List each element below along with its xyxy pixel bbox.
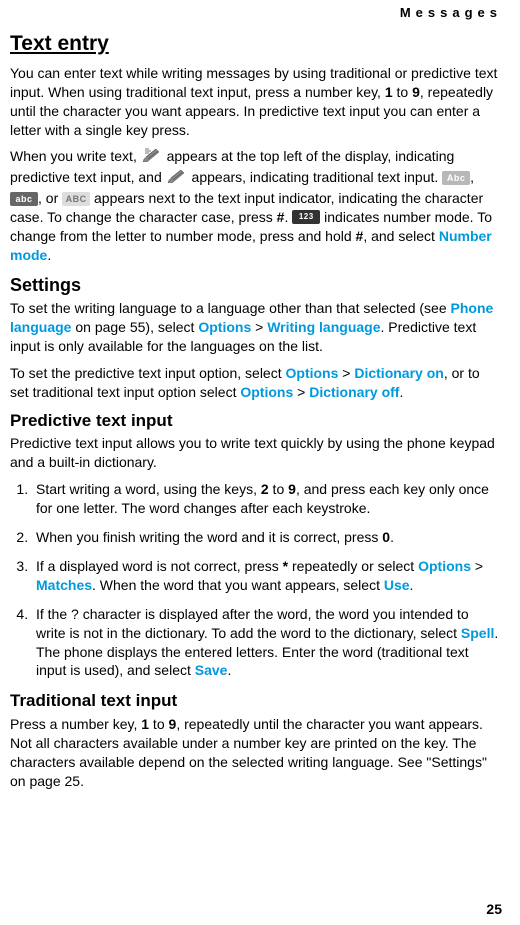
text: appears, indicating traditional text inp… — [188, 170, 443, 186]
key-1: 1 — [141, 716, 149, 732]
text: . When the word that you want appears, s… — [92, 577, 384, 593]
predictive-intro: Predictive text input allows you to writ… — [10, 434, 502, 472]
text: . — [284, 209, 292, 225]
section-header: Messages — [10, 4, 502, 22]
text: . — [227, 662, 231, 678]
abc-lowercase-icon: abc — [10, 192, 38, 206]
text: Start writing a word, using the keys, — [36, 481, 261, 497]
settings-paragraph-1: To set the writing language to a languag… — [10, 299, 502, 356]
link-options[interactable]: Options — [418, 558, 471, 574]
settings-paragraph-2: To set the predictive text input option,… — [10, 364, 502, 402]
link-options[interactable]: Options — [198, 319, 251, 335]
predictive-pencil-icon — [141, 146, 163, 167]
text: > — [251, 319, 267, 335]
text: If the ? character is displayed after th… — [36, 606, 469, 641]
link-options[interactable]: Options — [286, 365, 339, 381]
text: , — [470, 170, 474, 186]
text: , and select — [363, 228, 439, 244]
text: If a displayed word is not correct, pres… — [36, 558, 283, 574]
text: > — [338, 365, 354, 381]
list-item: When you finish writing the word and it … — [32, 528, 502, 547]
link-save[interactable]: Save — [195, 662, 228, 678]
key-2: 2 — [261, 481, 269, 497]
list-item: If the ? character is displayed after th… — [32, 605, 502, 681]
abc-titlecase-icon: Abc — [442, 171, 470, 185]
traditional-paragraph: Press a number key, 1 to 9, repeatedly u… — [10, 715, 502, 791]
key-9: 9 — [288, 481, 296, 497]
list-item: If a displayed word is not correct, pres… — [32, 557, 502, 595]
link-spell[interactable]: Spell — [461, 625, 494, 641]
abc-uppercase-icon: ABC — [62, 192, 90, 206]
key-0: 0 — [382, 529, 390, 545]
text: on page 55), select — [71, 319, 198, 335]
page-number: 25 — [486, 900, 502, 919]
heading-settings: Settings — [10, 273, 502, 297]
text: . — [47, 247, 51, 263]
text: to — [269, 481, 288, 497]
link-matches[interactable]: Matches — [36, 577, 92, 593]
text: . — [390, 529, 394, 545]
link-options[interactable]: Options — [240, 384, 293, 400]
heading-text-entry: Text entry — [10, 30, 502, 58]
link-dictionary-on[interactable]: Dictionary on — [354, 365, 443, 381]
link-use[interactable]: Use — [384, 577, 410, 593]
key-1: 1 — [385, 84, 393, 100]
text: > — [471, 558, 483, 574]
intro-paragraph-1: You can enter text while writing message… — [10, 64, 502, 140]
link-writing-language[interactable]: Writing language — [267, 319, 380, 335]
predictive-steps-list: Start writing a word, using the keys, 2 … — [10, 480, 502, 680]
text: , or — [38, 190, 62, 206]
text: Press a number key, — [10, 716, 141, 732]
text: When you finish writing the word and it … — [36, 529, 382, 545]
text: > — [293, 384, 309, 400]
list-item: Start writing a word, using the keys, 2 … — [32, 480, 502, 518]
heading-traditional: Traditional text input — [10, 690, 502, 713]
text: to — [393, 84, 412, 100]
text: . — [399, 384, 403, 400]
key-9: 9 — [412, 84, 420, 100]
traditional-pencil-icon — [166, 167, 188, 188]
text: . — [410, 577, 414, 593]
text: To set the writing language to a languag… — [10, 300, 451, 316]
link-dictionary-off[interactable]: Dictionary off — [309, 384, 399, 400]
heading-predictive: Predictive text input — [10, 410, 502, 433]
text: repeatedly or select — [288, 558, 418, 574]
text: To set the predictive text input option,… — [10, 365, 286, 381]
intro-paragraph-2: When you write text, appears at the top … — [10, 147, 502, 264]
text: to — [149, 716, 168, 732]
text: When you write text, — [10, 149, 141, 165]
number-mode-icon: 123 — [292, 210, 320, 224]
